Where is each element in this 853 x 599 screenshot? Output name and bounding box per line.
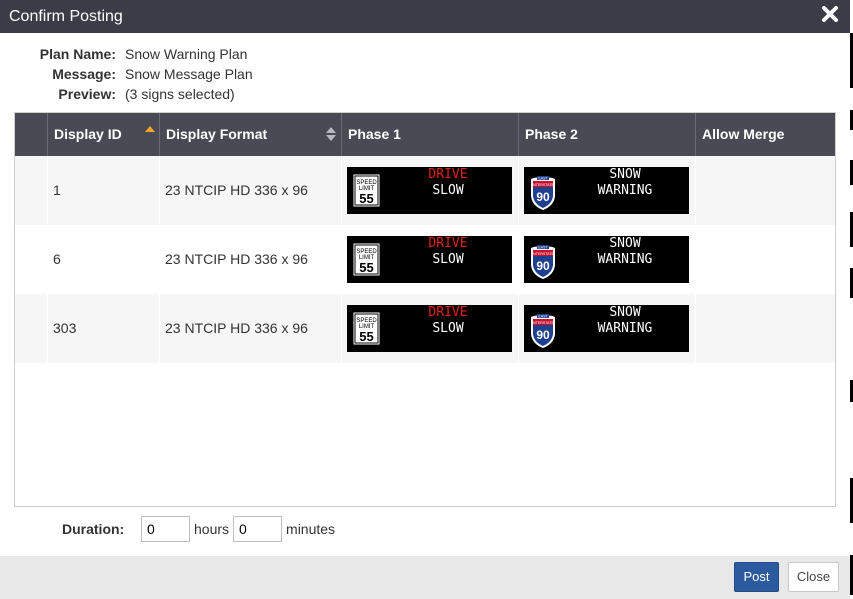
display-format-cell: 23 NTCIP HD 336 x 96: [165, 320, 308, 336]
shield-mid: INTERSTATE: [532, 183, 554, 187]
display-id-cell: 1: [53, 182, 61, 198]
header-allow-merge: Allow Merge: [695, 113, 835, 156]
display-format-cell: 23 NTCIP HD 336 x 96: [165, 182, 308, 198]
message-value: Snow Message Plan: [125, 66, 253, 82]
hours-unit: hours: [194, 521, 230, 537]
allow-merge-cell[interactable]: [695, 294, 835, 363]
phase-1-line-1: DRIVE: [428, 167, 467, 182]
shield-mid: INTERSTATE: [532, 252, 554, 256]
message-label: Message:: [52, 66, 116, 82]
phase-1-line-1: DRIVE: [428, 236, 467, 251]
phase-2-sign-preview: EAST INTERSTATE 90 SNOW WARNING: [524, 236, 689, 283]
phase-1-sign-preview: SPEED LIMIT 55 DRIVE SLOW: [347, 236, 512, 283]
header-phase-1-label: Phase 1: [348, 126, 401, 142]
header-display-id-label: Display ID: [54, 126, 122, 142]
close-button[interactable]: Close: [788, 562, 839, 592]
header-select: [15, 113, 47, 156]
grid-header: Display ID Display Format Phase 1 Phase …: [15, 113, 835, 156]
phase-2-line-2: WARNING: [598, 183, 653, 198]
dialog-title: Confirm Posting: [9, 8, 123, 25]
phase-1-sign-preview: SPEED LIMIT 55 DRIVE SLOW: [347, 305, 512, 352]
duration-row: Duration: hours minutes: [62, 516, 339, 542]
plan-name-label: Plan Name:: [39, 46, 116, 62]
interstate-number: 90: [536, 190, 550, 204]
phase-2-sign-preview: EAST INTERSTATE 90 SNOW WARNING: [524, 167, 689, 214]
phase-2-line-1: SNOW: [609, 167, 640, 182]
display-id-cell: 303: [53, 320, 77, 336]
phase-2-line-2: WARNING: [598, 321, 653, 336]
header-display-format-label: Display Format: [166, 126, 268, 142]
shield-top: EAST: [538, 176, 548, 180]
table-row[interactable]: 6 23 NTCIP HD 336 x 96 SPEED LIMIT 55 DRIVE SL…: [15, 225, 835, 294]
display-id-cell: 6: [53, 251, 61, 267]
phase-1-line-1: DRIVE: [428, 305, 467, 320]
phase-2-sign-preview: EAST INTERSTATE 90 SNOW WARNING: [524, 305, 689, 352]
phase-2-line-1: SNOW: [609, 305, 640, 320]
header-phase-2: Phase 2: [518, 113, 695, 156]
shield-mid: INTERSTATE: [532, 321, 554, 325]
shield-top: EAST: [538, 314, 548, 318]
duration-label: Duration:: [62, 521, 125, 537]
phase-1-line-2: SLOW: [432, 321, 463, 336]
hours-input[interactable]: [141, 516, 190, 542]
signs-grid: Display ID Display Format Phase 1 Phase …: [14, 112, 836, 507]
preview-label: Preview:: [58, 86, 116, 102]
table-row[interactable]: 1 23 NTCIP HD 336 x 96 SPEED LIMIT 55 DRIVE SL…: [15, 156, 835, 225]
shield-top: EAST: [538, 245, 548, 249]
speed-limit-value: 55: [359, 191, 373, 206]
minutes-input[interactable]: [233, 516, 283, 542]
allow-merge-cell[interactable]: [695, 225, 835, 294]
sort-icon: [326, 127, 336, 141]
posting-info: Plan Name: Snow Warning Plan Message: Sn…: [30, 46, 253, 106]
header-allow-merge-label: Allow Merge: [702, 126, 785, 142]
phase-2-line-1: SNOW: [609, 236, 640, 251]
interstate-number: 90: [536, 328, 550, 342]
speed-limit-value: 55: [359, 260, 373, 275]
header-phase-2-label: Phase 2: [525, 126, 578, 142]
allow-merge-cell[interactable]: [695, 156, 835, 225]
phase-1-line-2: SLOW: [432, 183, 463, 198]
dialog-footer: Post Close: [0, 556, 850, 599]
preview-value: (3 signs selected): [125, 86, 235, 102]
header-phase-1: Phase 1: [341, 113, 518, 156]
speed-limit-value: 55: [359, 329, 373, 344]
phase-1-line-2: SLOW: [432, 252, 463, 267]
display-format-cell: 23 NTCIP HD 336 x 96: [165, 251, 308, 267]
post-button[interactable]: Post: [734, 562, 779, 592]
sort-ascending-icon: [145, 126, 155, 132]
table-row[interactable]: 303 23 NTCIP HD 336 x 96 SPEED LIMIT 55 DRIVE…: [15, 294, 835, 363]
header-display-format[interactable]: Display Format: [159, 113, 341, 156]
minutes-unit: minutes: [286, 521, 336, 537]
interstate-number: 90: [536, 259, 550, 273]
plan-name-value: Snow Warning Plan: [125, 46, 248, 62]
phase-1-sign-preview: SPEED LIMIT 55 DRIVE SLOW: [347, 167, 512, 214]
phase-2-line-2: WARNING: [598, 252, 653, 267]
close-icon[interactable]: [821, 5, 839, 23]
dialog-titlebar: Confirm Posting: [0, 0, 850, 33]
header-display-id[interactable]: Display ID: [47, 113, 159, 156]
